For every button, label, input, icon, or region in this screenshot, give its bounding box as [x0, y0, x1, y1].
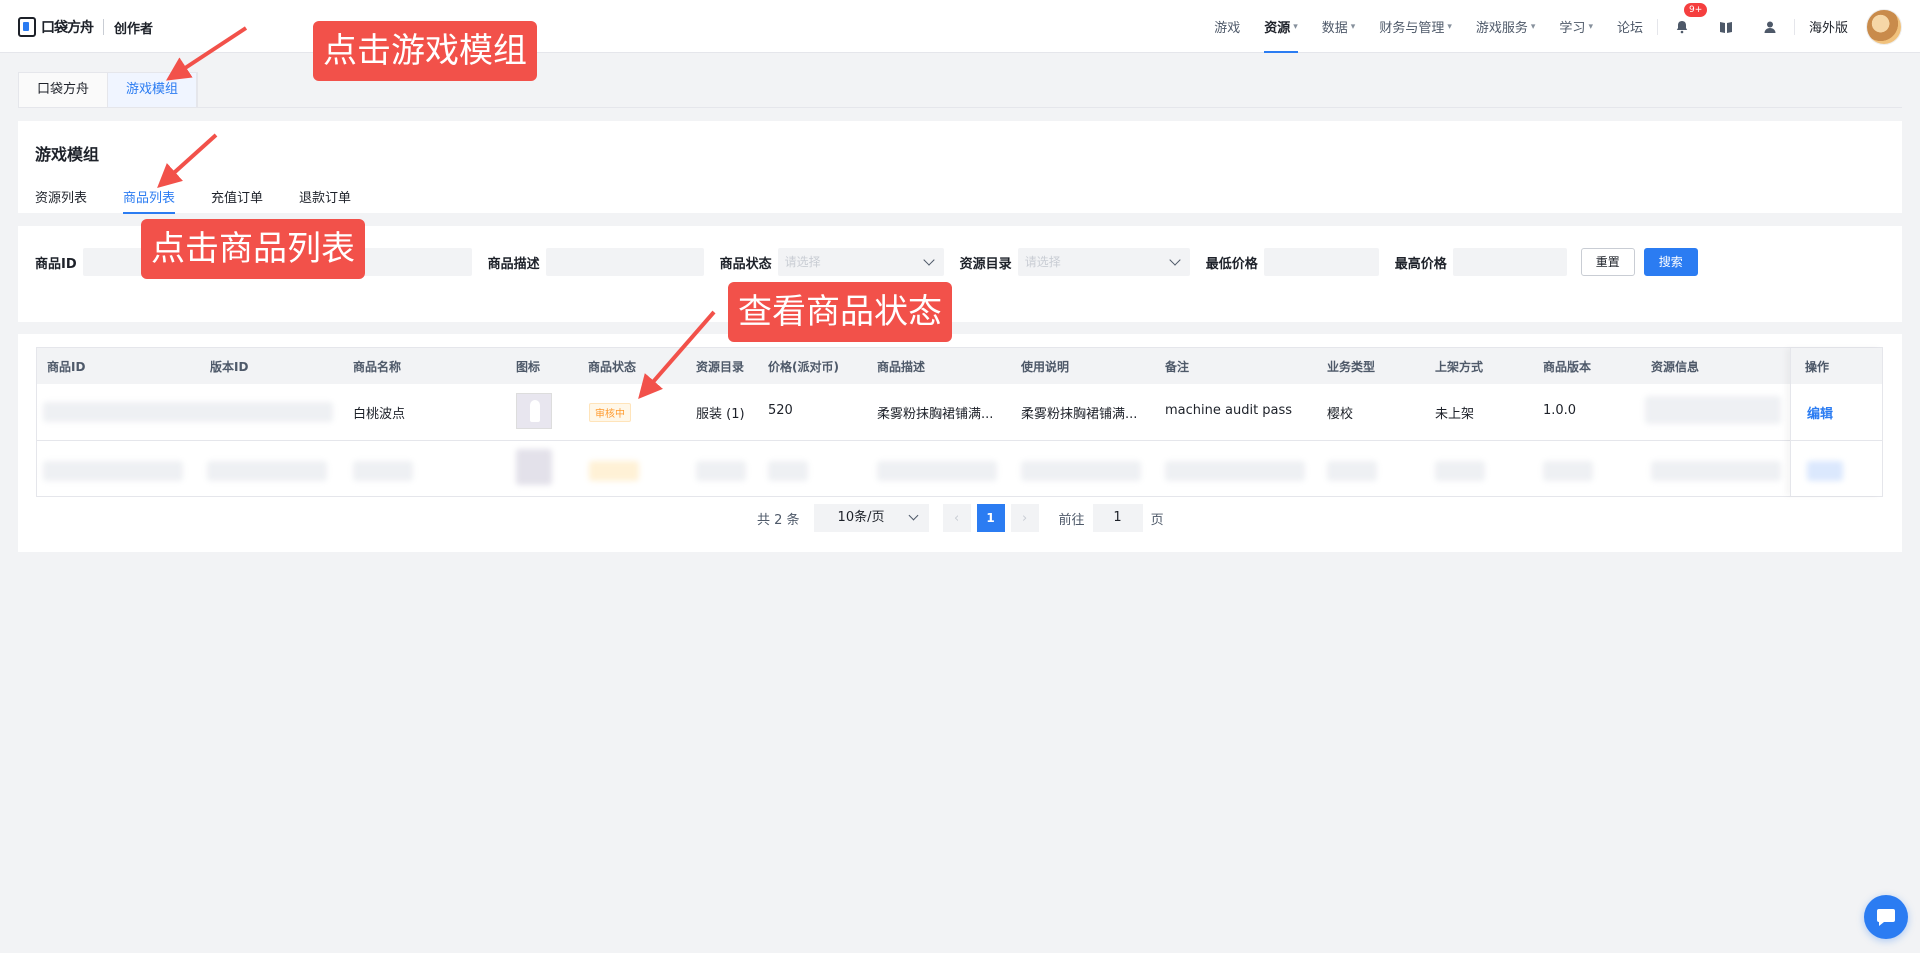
arrow-to-game-mod-tab: [165, 26, 248, 81]
arrow-to-product-list-tab: [157, 133, 218, 189]
chat-icon: [1877, 909, 1895, 926]
annotation-arrows: [157, 26, 716, 400]
chat-support-button[interactable]: [1864, 895, 1908, 939]
arrow-to-status-badge: [638, 310, 716, 400]
